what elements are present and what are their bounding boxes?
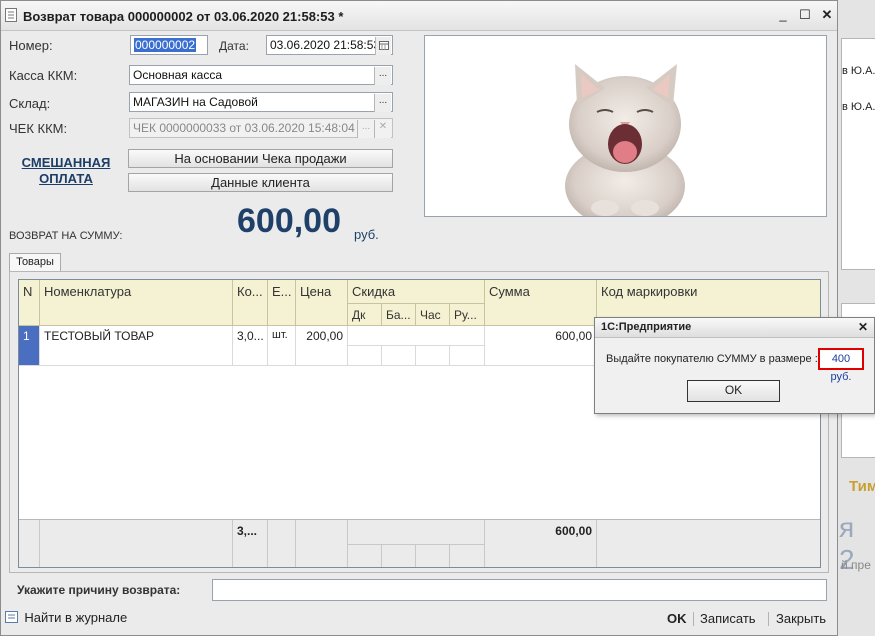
row-number[interactable]: 1 <box>19 326 40 366</box>
date-label: Дата: <box>219 39 249 53</box>
currency-label: руб. <box>354 227 379 242</box>
column-header-discount-ru[interactable]: Ру... <box>450 304 485 326</box>
table-footer: 3,... 600,00 <box>19 519 820 567</box>
kassa-select-button[interactable]: ... <box>374 67 391 85</box>
check-value: ЧЕК 0000000033 от 03.06.2020 15:48:04 <box>133 121 355 135</box>
column-header-discount-chas[interactable]: Час <box>416 304 450 326</box>
row-unit[interactable]: шт. <box>268 326 296 366</box>
check-field: ЧЕК 0000000033 от 03.06.2020 15:48:04 ..… <box>129 118 393 138</box>
dialog-title-bar[interactable]: 1С:Предприятие ✕ <box>595 318 874 338</box>
mixed-payment-line1: СМЕШАННАЯ <box>21 155 111 170</box>
background-text: Тим <box>849 478 875 495</box>
sklad-field[interactable]: МАГАЗИН на Садовой ... <box>129 92 393 112</box>
sklad-value: МАГАЗИН на Садовой <box>133 95 258 109</box>
row-sum[interactable]: 600,00 <box>485 326 597 366</box>
row-discount[interactable] <box>348 326 485 346</box>
number-value: 000000002 <box>134 38 197 52</box>
dialog-amount: 400 руб. <box>818 348 864 383</box>
calendar-icon[interactable] <box>375 37 391 55</box>
number-field[interactable]: 000000002 <box>130 35 208 55</box>
kassa-value: Основная касса <box>133 68 223 82</box>
title-bar[interactable]: Возврат товара 000000002 от 03.06.2020 2… <box>1 1 837 31</box>
column-header-discount[interactable]: Скидка <box>348 280 485 304</box>
footer-cell <box>348 520 485 545</box>
footer-cell <box>296 520 348 567</box>
window-title: Возврат товара 000000002 от 03.06.2020 2… <box>23 9 344 24</box>
footer-cell <box>450 545 485 567</box>
row-discount-ba[interactable] <box>382 346 416 366</box>
sklad-select-button[interactable]: ... <box>374 94 391 112</box>
check-select-button: ... <box>357 120 374 138</box>
kassa-label: Касса ККМ: <box>9 68 78 83</box>
separator <box>693 612 694 626</box>
column-header-qty[interactable]: Ко... <box>233 280 268 326</box>
mixed-payment-line2: ОПЛАТА <box>39 171 93 186</box>
kassa-field[interactable]: Основная касса ... <box>129 65 393 85</box>
background-list: в Ю.А. в Ю.А. <box>841 38 875 270</box>
footer-cell <box>348 545 382 567</box>
separator <box>768 612 769 626</box>
dialog-message: Выдайте покупателю СУММУ в размере : <box>606 353 818 365</box>
row-discount-chas[interactable] <box>416 346 450 366</box>
maximize-button[interactable]: ☐ <box>798 8 812 22</box>
based-on-check-button[interactable]: На основании Чека продажи <box>128 149 393 168</box>
column-header-discount-ba[interactable]: Ба... <box>382 304 416 326</box>
sklad-label: Склад: <box>9 96 51 111</box>
date-value: 03.06.2020 21:58:53 <box>270 38 381 52</box>
row-nomenclature[interactable]: ТЕСТОВЫЙ ТОВАР <box>40 326 233 366</box>
column-header-sum[interactable]: Сумма <box>485 280 597 326</box>
close-form-button[interactable]: Закрыть <box>776 611 826 626</box>
row-qty[interactable]: 3,0... <box>233 326 268 366</box>
column-header-nomenclature[interactable]: Номенклатура <box>40 280 233 326</box>
footer-sum-total: 600,00 <box>485 520 597 567</box>
footer-cell <box>382 545 416 567</box>
footer-cell <box>416 545 450 567</box>
background-text: в Ю.А. <box>842 65 875 77</box>
find-in-journal-label: Найти в журнале <box>24 610 128 625</box>
footer-cell <box>40 520 233 567</box>
reason-input[interactable] <box>212 579 827 601</box>
background-text: в Ю.А. <box>842 101 875 113</box>
tab-goods[interactable]: Товары <box>9 253 61 272</box>
check-label: ЧЕК ККМ: <box>9 121 68 136</box>
document-icon <box>5 8 17 22</box>
ok-button[interactable]: OK <box>667 611 687 626</box>
dialog-ok-button[interactable]: OK <box>687 380 780 402</box>
minimize-button[interactable]: _ <box>776 8 790 22</box>
column-header-n[interactable]: N <box>19 280 40 326</box>
footer-qty-total: 3,... <box>233 520 268 567</box>
check-clear-button: ✕ <box>374 120 391 138</box>
row-discount-dk[interactable] <box>348 346 382 366</box>
dialog-close-button[interactable]: ✕ <box>858 320 868 334</box>
footer-cell <box>597 520 820 567</box>
column-header-discount-dk[interactable]: Дк <box>348 304 382 326</box>
mixed-payment-link[interactable]: СМЕШАННАЯ ОПЛАТА <box>9 155 123 187</box>
return-sum-value: 600,00 <box>237 202 341 240</box>
column-header-unit[interactable]: Е... <box>268 280 296 326</box>
row-discount-ru[interactable] <box>450 346 485 366</box>
kitten-image <box>565 64 685 228</box>
background-text: й пре <box>841 558 871 572</box>
column-header-price[interactable]: Цена <box>296 280 348 326</box>
payment-dialog: 1С:Предприятие ✕ Выдайте покупателю СУММ… <box>594 317 875 414</box>
close-button[interactable]: ✕ <box>820 8 834 22</box>
reason-label: Укажите причину возврата: <box>17 583 181 597</box>
save-button[interactable]: Записать <box>700 611 756 626</box>
return-sum-label: ВОЗВРАТ НА СУММУ: <box>9 230 123 242</box>
product-image-frame <box>424 35 827 228</box>
number-label: Номер: <box>9 38 53 53</box>
row-price[interactable]: 200,00 <box>296 326 348 366</box>
footer-cell <box>268 520 296 567</box>
journal-icon <box>5 611 18 623</box>
find-in-journal-link[interactable]: Найти в журнале <box>5 610 127 625</box>
client-data-button[interactable]: Данные клиента <box>128 173 393 192</box>
footer-cell <box>19 520 40 567</box>
date-field[interactable]: 03.06.2020 21:58:53 <box>266 35 393 55</box>
dialog-title: 1С:Предприятие <box>601 321 692 333</box>
